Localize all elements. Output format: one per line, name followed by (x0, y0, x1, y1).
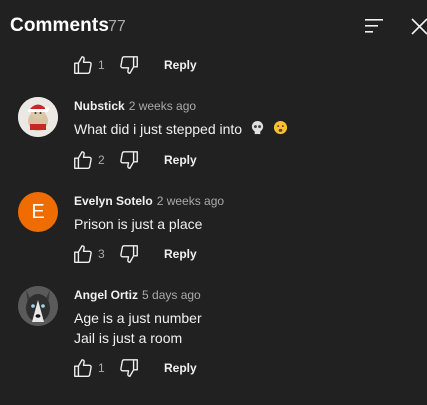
comment-text-line: Age is a just number (74, 310, 202, 326)
husky-dog-avatar-icon (18, 286, 58, 326)
comment-actions: 1 Reply (72, 357, 272, 379)
avatar[interactable] (18, 97, 58, 137)
avatar-letter: E (31, 201, 45, 223)
author-name[interactable]: Angel Ortiz (74, 288, 138, 302)
comment-text: What did i just stepped into (74, 119, 288, 140)
reply-button[interactable]: Reply (164, 361, 197, 375)
thumbs-down-icon (120, 245, 138, 263)
close-button[interactable] (410, 16, 427, 36)
comment-time[interactable]: 5 days ago (142, 288, 201, 302)
reply-button[interactable]: Reply (164, 247, 197, 261)
worried-face-emoji-icon (273, 120, 288, 140)
comment-text-line: Jail is just a room (74, 330, 183, 346)
reply-button[interactable]: Reply (164, 58, 197, 72)
comment-actions: 2 Reply (72, 149, 272, 171)
comment-actions: 3 Reply (72, 243, 272, 265)
thumbs-down-icon (120, 151, 138, 169)
dislike-button[interactable] (118, 357, 140, 379)
skull-emoji-icon (250, 120, 265, 140)
comment-actions: 1 Reply (72, 54, 272, 76)
like-button[interactable] (72, 243, 94, 265)
comment-text: Age is a just number Jail is just a room (74, 308, 202, 348)
sort-button[interactable] (363, 16, 385, 36)
thumbs-up-icon (74, 151, 92, 169)
author-name[interactable]: Evelyn Sotelo (74, 194, 153, 208)
comment-text-line: Prison is just a place (74, 216, 203, 232)
thumbs-up-icon (74, 56, 92, 74)
thumbs-up-icon (74, 245, 92, 263)
comment-text-line: What did i just stepped into (74, 121, 243, 137)
like-button[interactable] (72, 54, 94, 76)
comments-count: 77 (108, 18, 126, 35)
like-count: 1 (98, 361, 105, 375)
comment-time[interactable]: 2 weeks ago (157, 194, 224, 208)
thumbs-down-icon (120, 359, 138, 377)
reply-button[interactable]: Reply (164, 153, 197, 167)
sort-icon (365, 19, 383, 33)
comment-author[interactable]: Nubstick 2 weeks ago (74, 99, 196, 113)
dislike-button[interactable] (118, 243, 140, 265)
comment-author[interactable]: Angel Ortiz 5 days ago (74, 288, 201, 302)
avatar[interactable]: E (18, 192, 58, 232)
comments-header: Comments 77 (0, 0, 427, 52)
comments-title: Comments (10, 15, 109, 36)
thumbs-up-icon (74, 359, 92, 377)
thumbs-down-icon (120, 56, 138, 74)
like-count: 1 (98, 58, 105, 72)
avatar[interactable] (18, 286, 58, 326)
like-button[interactable] (72, 357, 94, 379)
dislike-button[interactable] (118, 149, 140, 171)
comment-time[interactable]: 2 weeks ago (129, 99, 196, 113)
santa-bear-avatar-icon (18, 97, 58, 137)
author-name[interactable]: Nubstick (74, 99, 125, 113)
like-button[interactable] (72, 149, 94, 171)
dislike-button[interactable] (118, 54, 140, 76)
close-icon (411, 18, 427, 35)
comment-text: Prison is just a place (74, 214, 202, 234)
like-count: 2 (98, 153, 105, 167)
like-count: 3 (98, 247, 105, 261)
comment-author[interactable]: Evelyn Sotelo 2 weeks ago (74, 194, 224, 208)
